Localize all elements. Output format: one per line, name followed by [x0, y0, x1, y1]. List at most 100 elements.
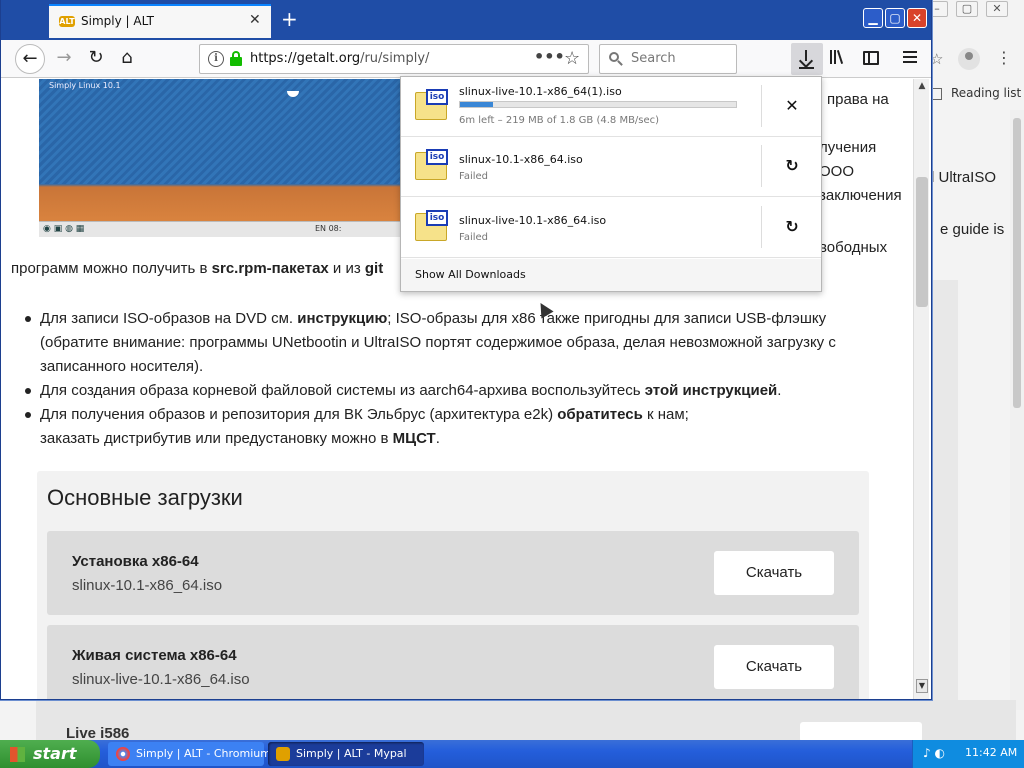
text-fragment: Для получения образов и репозитория для … — [40, 406, 558, 423]
iso-file-icon: iso — [415, 149, 448, 180]
download-progress-bar — [459, 101, 737, 108]
taskbar-item-chromium[interactable]: Simply | ALT - Chromium — [108, 742, 271, 766]
bg-content-block — [932, 280, 958, 700]
paragraph-tail: программ можно получить в src.rpm-пакета… — [11, 260, 383, 277]
download-button[interactable]: Скачать — [714, 551, 834, 595]
tab-simply-alt[interactable]: ALT Simply | ALT ✕ — [49, 4, 271, 38]
info-icon[interactable]: i — [208, 51, 224, 67]
bg-maximize-button[interactable]: ▢ — [956, 1, 978, 17]
new-tab-button[interactable]: + — [281, 8, 301, 30]
section-title: Основные загрузки — [47, 485, 243, 510]
iso-file-icon: iso — [415, 89, 448, 120]
navigation-toolbar: ← → ↻ ⌂ i https://getalt.org/ru/simply/ … — [1, 40, 931, 78]
inline-link[interactable]: обратитесь — [557, 406, 643, 423]
close-button[interactable]: ✕ — [907, 8, 927, 28]
retry-download-icon[interactable]: ↻ — [781, 155, 803, 177]
mypal-icon — [276, 747, 290, 761]
tray-icons[interactable]: ♪ ◐ — [923, 746, 945, 760]
show-all-downloads-button[interactable]: Show All Downloads — [401, 259, 821, 291]
text-fragment: . — [777, 382, 782, 399]
url-text[interactable]: https://getalt.org/ru/simply/ — [250, 51, 429, 66]
reading-list-label[interactable]: Reading list — [951, 86, 1021, 100]
info-bullet-list: Для записи ISO-образов на DVD см. инстру… — [21, 307, 881, 451]
bg-close-button[interactable]: ✕ — [986, 1, 1008, 17]
inline-link[interactable]: этой инструкцией — [645, 382, 778, 399]
screenshot-taskbar: ◉ ▣ ◍ ▦ EN 08: — [39, 221, 409, 237]
text-fragment: и из — [328, 260, 365, 277]
download-item-failed[interactable]: iso slinux-10.1-x86_64.iso Failed ↻ — [401, 137, 821, 197]
show-all-label: Show All Downloads — [415, 268, 526, 281]
text-fragment: заказать дистрибутив или предустановку м… — [40, 430, 393, 447]
bg-text-line: d UltraISO — [926, 169, 997, 186]
windows-taskbar: start Simply | ALT - Chromium Simply | A… — [0, 740, 1024, 768]
tab-close-icon[interactable]: ✕ — [249, 12, 261, 28]
scrollbar-thumb[interactable] — [916, 177, 928, 307]
screenshot-tray-text: EN 08: — [315, 224, 342, 233]
download-filename: slinux-live-10.1-x86_64.iso — [459, 214, 607, 227]
search-icon — [609, 52, 623, 66]
bullet-item: Для создания образа корневой файловой си… — [21, 379, 881, 403]
text-fragment: к нам; — [642, 406, 689, 423]
reload-button[interactable]: ↻ — [81, 44, 111, 74]
download-item-active[interactable]: iso slinux-live-10.1-x86_64(1).iso 6m le… — [401, 77, 821, 137]
inline-link[interactable]: МЦСТ — [393, 430, 436, 447]
download-item-failed[interactable]: iso slinux-live-10.1-x86_64.iso Failed ↻ — [401, 198, 821, 258]
bg-avatar-icon[interactable] — [958, 48, 980, 70]
download-filename: slinux-10.1-x86_64.iso — [459, 153, 583, 166]
download-card-install: Установка x86-64 slinux-10.1-x86_64.iso … — [47, 531, 859, 615]
search-placeholder: Search — [631, 51, 676, 66]
lock-icon[interactable] — [230, 51, 242, 66]
bg-download-button[interactable] — [800, 722, 922, 742]
maximize-button[interactable]: ▢ — [885, 8, 905, 28]
retry-download-icon[interactable]: ↻ — [781, 216, 803, 238]
bookmark-star-icon[interactable]: ☆ — [564, 48, 580, 69]
taskbar-item-label: Simply | ALT - Mypal — [296, 747, 407, 760]
card-filename: slinux-live-10.1-x86_64.iso — [72, 671, 250, 688]
library-icon[interactable] — [829, 48, 849, 68]
download-status: 6m left – 219 MB of 1.8 GB (4.8 MB/sec) — [459, 115, 660, 126]
download-card-live: Живая система x86-64 slinux-live-10.1-x8… — [47, 625, 859, 699]
title-bar: ALT Simply | ALT ✕ + ▁ ▢ ✕ — [1, 0, 931, 40]
download-button[interactable]: Скачать — [714, 645, 834, 689]
desktop-screenshot-image: Simply Linux 10.1 ◉ ▣ ◍ ▦ EN 08: — [39, 79, 409, 237]
bg-scrollbar-thumb[interactable] — [1013, 118, 1021, 408]
text-fragment: вободных — [819, 239, 888, 256]
taskbar-item-mypal[interactable]: Simply | ALT - Mypal — [268, 742, 424, 766]
iso-file-icon: iso — [415, 210, 448, 241]
forward-button[interactable]: → — [49, 44, 79, 74]
search-input[interactable]: Search — [599, 44, 737, 74]
bg-scrollbar[interactable] — [1010, 110, 1024, 710]
text-fragment: программ можно получить в — [11, 260, 212, 277]
menu-icon[interactable] — [903, 51, 917, 63]
url-domain: https://getalt.org — [250, 51, 361, 66]
bullet-item: Для получения образов и репозитория для … — [21, 403, 881, 451]
clock: 11:42 AM — [965, 746, 1018, 759]
cancel-download-icon[interactable]: ✕ — [781, 95, 803, 117]
downloads-button[interactable] — [791, 43, 823, 75]
scroll-down-icon[interactable]: ▼ — [916, 679, 928, 693]
page-scrollbar[interactable]: ▲ ▼ — [913, 79, 929, 699]
sidebar-icon[interactable] — [863, 51, 879, 65]
card-title: Установка x86-64 — [72, 553, 199, 570]
git-link[interactable]: git — [365, 260, 383, 277]
system-tray: ♪ ◐ 11:42 AM — [912, 740, 1024, 768]
scroll-up-icon[interactable]: ▲ — [916, 81, 928, 93]
downloads-section: Основные загрузки Установка x86-64 slinu… — [37, 471, 869, 699]
page-actions-icon[interactable]: ••• — [534, 47, 565, 66]
taskbar-item-label: Simply | ALT - Chromium — [136, 747, 271, 760]
start-button[interactable]: start — [0, 740, 100, 768]
back-button[interactable]: ← — [15, 44, 45, 74]
text-fragment: ООО — [819, 163, 855, 180]
url-path: /ru/simply/ — [360, 51, 430, 66]
home-button[interactable]: ⌂ — [112, 44, 142, 74]
src-rpm-link[interactable]: src.rpm-пакетах — [212, 260, 329, 277]
bg-menu-icon[interactable]: ⋮ — [996, 48, 1012, 67]
inline-link[interactable]: инструкцию — [297, 310, 387, 327]
minimize-button[interactable]: ▁ — [863, 8, 883, 28]
url-bar[interactable]: i https://getalt.org/ru/simply/ ••• ☆ — [199, 44, 589, 74]
download-status: Failed — [459, 171, 489, 182]
bullet-item: Для записи ISO-образов на DVD см. инстру… — [21, 307, 881, 379]
text-fragment: лучения — [819, 139, 877, 156]
downloads-panel: iso slinux-live-10.1-x86_64(1).iso 6m le… — [400, 76, 822, 292]
bg-bookmark-star-icon[interactable]: ☆ — [930, 50, 943, 68]
